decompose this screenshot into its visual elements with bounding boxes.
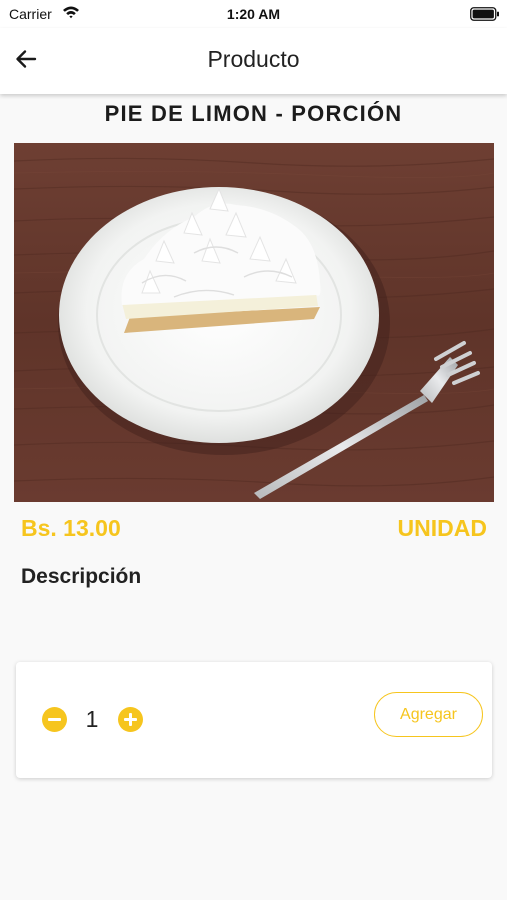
product-unit: UNIDAD <box>397 515 487 541</box>
page-title: Producto <box>207 46 300 72</box>
status-bar: Carrier 1:20 AM <box>0 0 507 28</box>
battery-icon <box>470 7 500 26</box>
quantity-value: 1 <box>85 706 99 732</box>
clock-time: 1:20 AM <box>226 6 281 22</box>
add-to-cart-card: 1 Agregar <box>16 662 492 778</box>
decrease-quantity-button[interactable] <box>42 707 67 732</box>
description-heading: Descripción <box>21 565 142 588</box>
add-button[interactable]: Agregar <box>374 692 483 737</box>
product-image <box>14 143 494 502</box>
app-bar: Producto <box>0 28 507 94</box>
increase-quantity-button[interactable] <box>118 707 143 732</box>
product-name: PIE DE LIMON - PORCIÓN <box>104 101 403 126</box>
product-price: Bs. 13.00 <box>21 515 121 541</box>
